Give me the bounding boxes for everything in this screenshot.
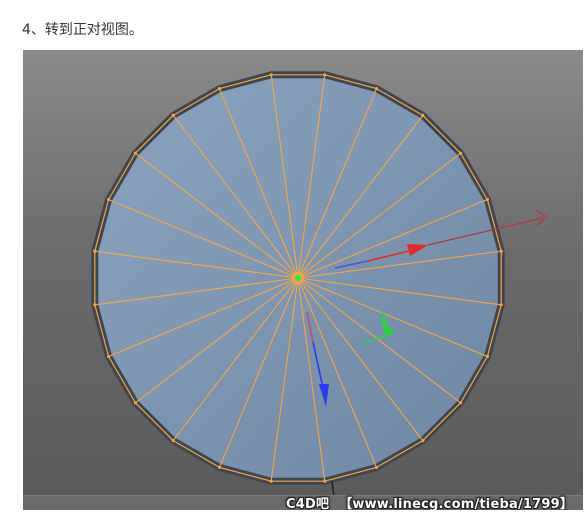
vertex-1 <box>323 73 327 77</box>
vertex-3 <box>421 113 425 117</box>
viewport-canvas[interactable] <box>23 50 583 510</box>
vertex-18 <box>93 303 97 307</box>
vertex-9 <box>459 401 463 405</box>
vertex-15 <box>171 439 175 443</box>
vertex-6 <box>499 249 503 253</box>
3d-viewport[interactable]: C4D吧 【www.linecg.com/tieba/1799】 <box>23 50 583 510</box>
watermark-url: 【www.linecg.com/tieba/1799】 <box>339 497 574 510</box>
vertex-14 <box>217 465 222 469</box>
step-caption: 4、转到正对视图。 <box>22 22 143 38</box>
vertex-7 <box>499 303 503 307</box>
vertex-13 <box>269 479 273 483</box>
vertex-11 <box>374 465 379 469</box>
watermark: C4D吧 【www.linecg.com/tieba/1799】 <box>286 493 573 510</box>
watermark-site-name: C4D吧 <box>286 497 330 510</box>
vertex-21 <box>133 151 137 155</box>
vertex-4 <box>459 151 463 155</box>
vertex-8 <box>485 354 489 359</box>
vertex-5 <box>485 197 489 202</box>
vertex-10 <box>421 439 425 443</box>
vertex-20 <box>107 197 111 202</box>
disc-object[interactable] <box>91 71 505 485</box>
vertex-2 <box>374 87 379 91</box>
vertex-12 <box>323 479 327 483</box>
object-center-handle[interactable] <box>294 274 302 282</box>
vertex-24 <box>269 73 273 77</box>
vertex-16 <box>133 401 137 405</box>
vertex-23 <box>217 87 222 91</box>
vertex-22 <box>171 113 175 117</box>
vertex-17 <box>107 354 111 359</box>
vertex-19 <box>93 249 97 253</box>
